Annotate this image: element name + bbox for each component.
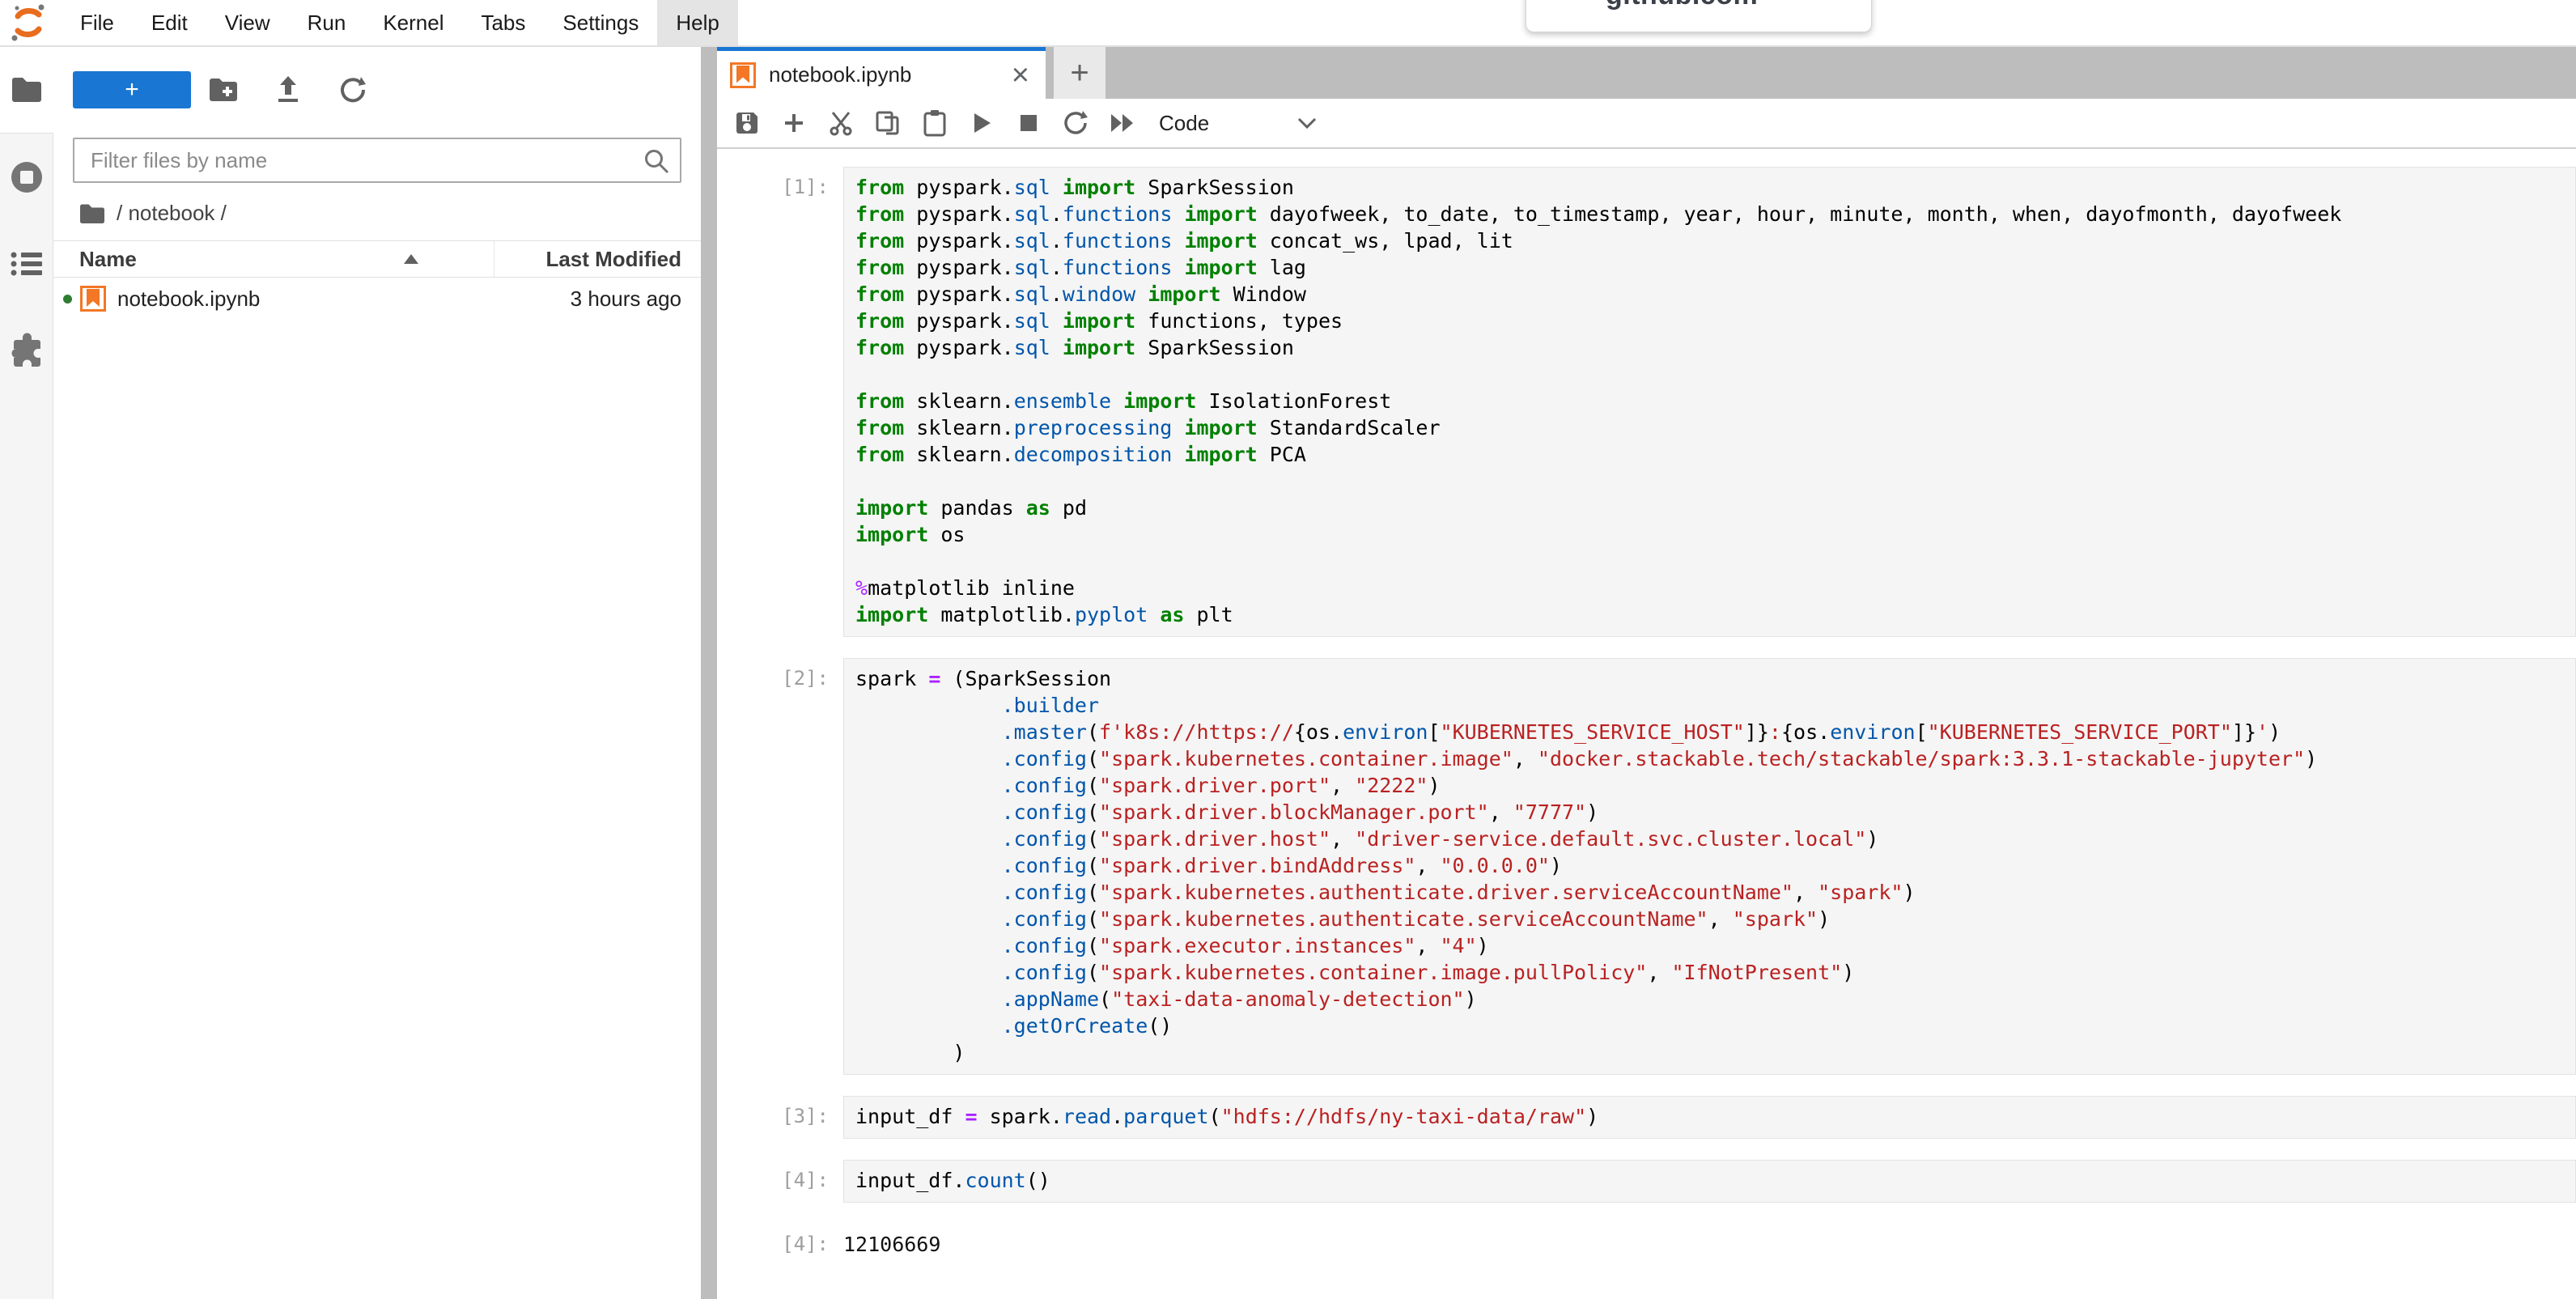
paste-cell-button[interactable] bbox=[911, 102, 958, 144]
save-icon bbox=[734, 110, 760, 136]
breadcrumb-path[interactable]: / notebook / bbox=[117, 201, 227, 226]
menu-view[interactable]: View bbox=[206, 0, 289, 45]
scissors-icon bbox=[828, 110, 854, 136]
cell-editor[interactable]: from pyspark.sql import SparkSessionfrom… bbox=[843, 167, 2576, 637]
file-list-header: Name Last Modified bbox=[53, 240, 701, 278]
upload-button[interactable] bbox=[256, 71, 320, 108]
list-icon bbox=[11, 251, 43, 277]
sidebar-tab-toc[interactable] bbox=[0, 220, 53, 307]
cell-type-dropdown[interactable]: Code bbox=[1159, 111, 1318, 136]
stop-icon bbox=[1018, 112, 1039, 134]
cell-output-text: 12106669 bbox=[843, 1224, 940, 1256]
file-modified: 3 hours ago bbox=[474, 287, 701, 312]
file-row-notebook[interactable]: notebook.ipynb 3 hours ago bbox=[53, 278, 701, 320]
refresh-icon bbox=[339, 76, 367, 104]
cell-editor[interactable]: input_df.count() bbox=[843, 1160, 2576, 1203]
notebook-file-icon bbox=[80, 286, 106, 312]
search-icon bbox=[643, 147, 670, 175]
sort-ascending-icon bbox=[404, 254, 418, 264]
file-browser-panel: + bbox=[53, 47, 701, 1299]
add-cell-button[interactable] bbox=[770, 102, 817, 144]
save-button[interactable] bbox=[724, 102, 770, 144]
menu-edit[interactable]: Edit bbox=[133, 0, 206, 45]
menu-help[interactable]: Help bbox=[657, 0, 737, 45]
home-folder-icon[interactable] bbox=[79, 203, 105, 224]
new-launcher-button[interactable]: + bbox=[73, 71, 191, 108]
tab-notebook[interactable]: notebook.ipynb × bbox=[717, 47, 1046, 99]
file-filter bbox=[73, 138, 681, 183]
menu-bar: File Edit View Run Kernel Tabs Settings … bbox=[0, 0, 2576, 47]
upload-icon bbox=[275, 76, 301, 104]
sidebar-tab-extensions[interactable] bbox=[0, 307, 53, 393]
file-name: notebook.ipynb bbox=[117, 287, 474, 312]
column-header-name[interactable]: Name bbox=[53, 241, 494, 277]
code-cell-4[interactable]: [4]:input_df.count() bbox=[769, 1160, 2576, 1203]
stop-circle-icon bbox=[9, 159, 45, 195]
chevron-down-icon bbox=[1296, 117, 1318, 129]
cell-editor[interactable]: spark = (SparkSession .builder .master(f… bbox=[843, 658, 2576, 1075]
sidebar-tab-running[interactable] bbox=[0, 134, 53, 220]
code-cell-3[interactable]: [3]:input_df = spark.read.parquet("hdfs:… bbox=[769, 1096, 2576, 1139]
restart-kernel-button[interactable] bbox=[1052, 102, 1099, 144]
cell-prompt: [1]: bbox=[769, 167, 843, 637]
copy-cell-button[interactable] bbox=[864, 102, 911, 144]
code-cell-1[interactable]: [1]:from pyspark.sql import SparkSession… bbox=[769, 167, 2576, 637]
new-folder-icon bbox=[209, 78, 238, 102]
stackable-logo-icon bbox=[8, 2, 49, 43]
panel-splitter[interactable] bbox=[701, 47, 717, 1299]
plus-icon bbox=[783, 112, 805, 134]
paste-icon bbox=[923, 109, 947, 137]
close-tab-icon[interactable]: × bbox=[1007, 63, 1034, 87]
tab-label: notebook.ipynb bbox=[769, 62, 1007, 87]
restart-icon bbox=[1063, 110, 1089, 136]
file-filter-input[interactable] bbox=[73, 138, 681, 183]
cell-type-value: Code bbox=[1159, 111, 1209, 136]
notebook-toolbar: Code bbox=[717, 99, 2576, 149]
cell-prompt: [4]: bbox=[769, 1224, 843, 1256]
copy-icon bbox=[875, 110, 901, 136]
menu-tabs[interactable]: Tabs bbox=[462, 0, 544, 45]
notebook-cells: [1]:from pyspark.sql import SparkSession… bbox=[717, 149, 2576, 1299]
play-icon bbox=[970, 111, 993, 135]
sidebar-tab-filebrowser[interactable] bbox=[0, 47, 53, 134]
kernel-running-dot bbox=[63, 295, 72, 304]
interrupt-kernel-button[interactable] bbox=[1005, 102, 1052, 144]
puzzle-icon bbox=[9, 333, 45, 368]
run-cell-button[interactable] bbox=[958, 102, 1005, 144]
menu-kernel[interactable]: Kernel bbox=[364, 0, 462, 45]
file-browser-toolbar: + bbox=[53, 47, 701, 117]
link-preview-url: github.com bbox=[1606, 0, 1758, 11]
refresh-button[interactable] bbox=[320, 71, 385, 108]
cut-cell-button[interactable] bbox=[817, 102, 864, 144]
cell-prompt: [2]: bbox=[769, 658, 843, 1075]
new-tab-button[interactable]: + bbox=[1054, 47, 1106, 99]
new-folder-button[interactable] bbox=[191, 71, 256, 108]
main-dock-panel: notebook.ipynb × + bbox=[717, 47, 2576, 1299]
cell-prompt: [3]: bbox=[769, 1096, 843, 1139]
cell-output-4[interactable]: [4]:12106669 bbox=[769, 1224, 2576, 1256]
cell-prompt: [4]: bbox=[769, 1160, 843, 1203]
menu-file[interactable]: File bbox=[62, 0, 133, 45]
menu-run[interactable]: Run bbox=[289, 0, 365, 45]
cell-editor[interactable]: input_df = spark.read.parquet("hdfs://hd… bbox=[843, 1096, 2576, 1139]
dock-tab-bar: notebook.ipynb × + bbox=[717, 47, 2576, 99]
menu-settings[interactable]: Settings bbox=[544, 0, 657, 45]
link-preview-popup: github.com bbox=[1526, 0, 1872, 32]
breadcrumb[interactable]: / notebook / bbox=[53, 183, 701, 240]
left-sidebar-iconbar bbox=[0, 47, 53, 1299]
folder-icon bbox=[11, 76, 43, 104]
fast-forward-icon bbox=[1109, 112, 1136, 134]
column-header-modified[interactable]: Last Modified bbox=[494, 247, 701, 272]
notebook-tab-icon bbox=[730, 62, 756, 88]
restart-run-all-button[interactable] bbox=[1099, 102, 1146, 144]
code-cell-2[interactable]: [2]:spark = (SparkSession .builder .mast… bbox=[769, 658, 2576, 1075]
